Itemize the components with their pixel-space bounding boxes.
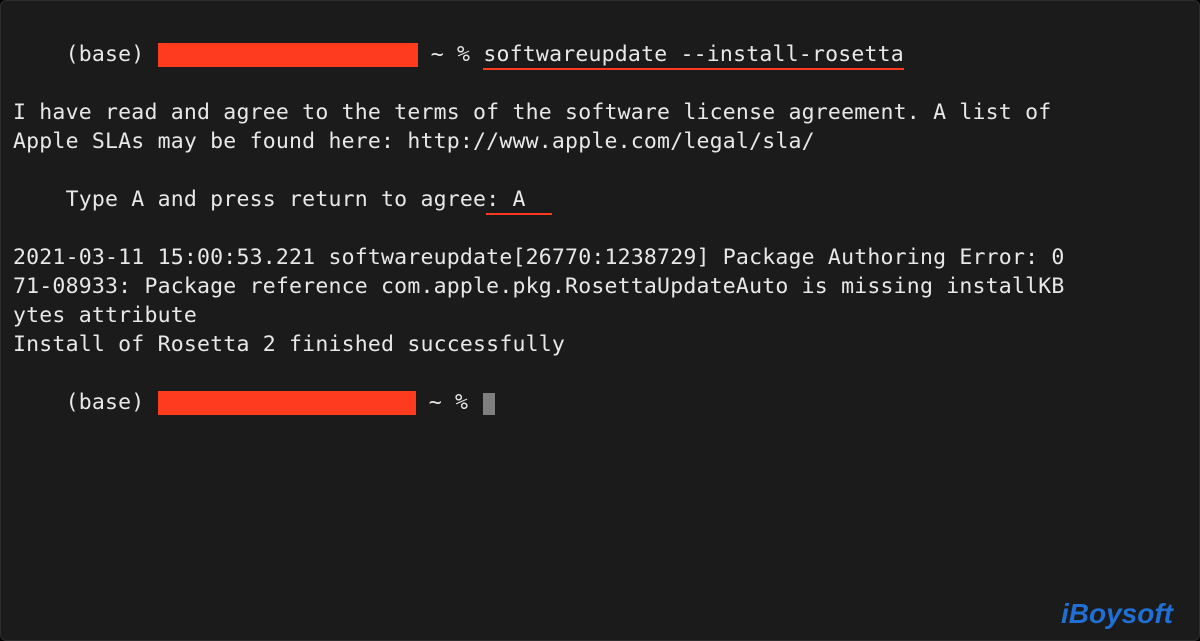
- watermark-logo: iBoysoft: [1061, 599, 1173, 628]
- terminal-window[interactable]: (base) ~ % softwareupdate --install-rose…: [0, 0, 1200, 641]
- prompt-env: (base): [66, 42, 145, 67]
- terminal-output-line: 71-08933: Package reference com.apple.pk…: [13, 272, 1187, 301]
- entered-command: softwareupdate --install-rosetta: [483, 42, 904, 70]
- prompt-tail: ~ %: [416, 390, 482, 415]
- terminal-output-line: ytes attribute: [13, 301, 1187, 330]
- terminal-line-prompt-2: (base) ~ %: [13, 359, 1187, 446]
- redacted-user-host-2: [158, 391, 416, 415]
- terminal-cursor[interactable]: [483, 393, 495, 415]
- agree-input: A: [513, 187, 526, 212]
- agree-prompt-text: Type A and press return to agree: [66, 187, 487, 212]
- redacted-user-host-1: [158, 43, 418, 67]
- terminal-output-line: 2021-03-11 15:00:53.221 softwareupdate[2…: [13, 243, 1187, 272]
- terminal-output-line: Apple SLAs may be found here: http://www…: [13, 127, 1187, 156]
- prompt-env: (base): [66, 390, 145, 415]
- terminal-output-line: I have read and agree to the terms of th…: [13, 98, 1187, 127]
- prompt-tail: ~ %: [418, 42, 484, 67]
- terminal-output-line: Install of Rosetta 2 finished successful…: [13, 330, 1187, 359]
- terminal-line-prompt-1: (base) ~ % softwareupdate --install-rose…: [13, 11, 1187, 98]
- terminal-agree-line: Type A and press return to agree: A: [13, 156, 1187, 243]
- agree-colon: :: [486, 187, 512, 212]
